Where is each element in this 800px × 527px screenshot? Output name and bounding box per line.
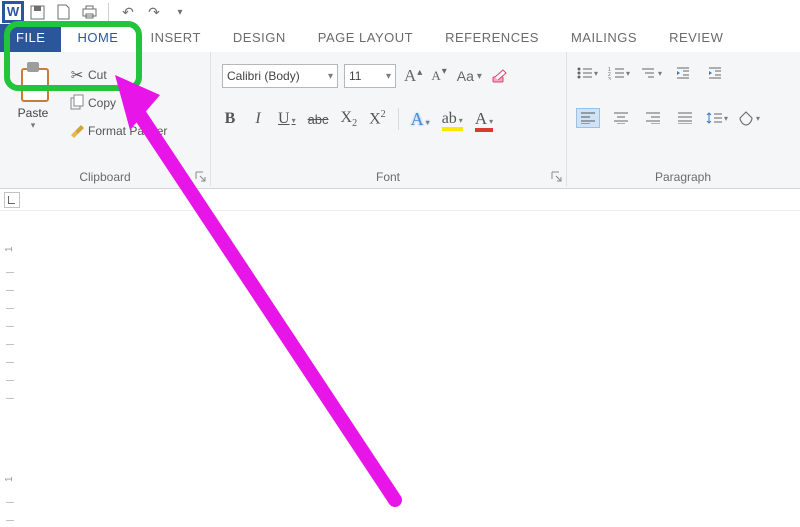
qat-customize-icon[interactable]: ▾ (167, 1, 193, 23)
group-font: Calibri (Body) ▾ 11 ▾ A▴ A▾ Aa▾ B I U▾ abc… (210, 52, 567, 186)
tab-selector[interactable] (4, 192, 20, 208)
font-color-button[interactable]: A▾ (475, 109, 493, 129)
font-name-combo[interactable]: Calibri (Body) ▾ (222, 64, 338, 88)
group-clipboard: Paste ▾ ✂ Cut Copy Format Painter Clipbo… (0, 52, 211, 186)
clipboard-launcher[interactable] (195, 171, 207, 183)
qat-new-icon[interactable] (50, 1, 76, 23)
align-center-button[interactable] (610, 109, 632, 127)
font-size-value: 11 (349, 69, 361, 83)
group-paragraph-label: Paragraph (566, 170, 800, 184)
tab-file[interactable]: FILE (0, 24, 61, 52)
format-painter-label: Format Painter (88, 124, 167, 138)
tab-insert[interactable]: INSERT (134, 24, 216, 52)
group-clipboard-label: Clipboard (0, 170, 210, 184)
font-launcher[interactable] (551, 171, 563, 183)
paste-button[interactable]: Paste ▾ (6, 62, 60, 131)
cut-label: Cut (88, 68, 107, 82)
ribbon: Paste ▾ ✂ Cut Copy Format Painter Clipbo… (0, 52, 800, 189)
qat-save-icon[interactable] (24, 1, 50, 23)
document-area[interactable] (22, 212, 800, 527)
tab-home[interactable]: HOME (61, 24, 134, 52)
undo-button[interactable]: ↶ (115, 1, 141, 23)
copy-label: Copy (88, 96, 116, 110)
superscript-button[interactable]: X2 (369, 109, 386, 128)
chevron-down-icon: ▾ (386, 71, 391, 82)
increase-indent-button[interactable] (704, 64, 726, 82)
highlight-button[interactable]: ab▾ (442, 110, 463, 128)
shading-button[interactable]: ▾ (738, 109, 760, 127)
svg-text:3: 3 (608, 77, 611, 80)
font-name-value: Calibri (Body) (227, 69, 300, 83)
change-case-button[interactable]: Aa▾ (454, 68, 485, 84)
text-effects-button[interactable]: A▾ (411, 109, 430, 130)
word-app-icon (2, 1, 24, 23)
scissors-icon: ✂ (66, 66, 88, 84)
multilevel-list-button[interactable]: ▾ (640, 64, 662, 82)
paste-icon (16, 62, 50, 102)
shrink-font-button[interactable]: A▾ (429, 68, 447, 84)
numbering-button[interactable]: 123▾ (608, 64, 630, 82)
subscript-button[interactable]: X2 (341, 109, 358, 129)
qat-separator (108, 3, 109, 21)
tab-design[interactable]: DESIGN (217, 24, 302, 52)
underline-button[interactable]: U▾ (278, 110, 296, 128)
copy-button[interactable]: Copy (66, 90, 116, 116)
quick-access-toolbar: ↶ ↷ ▾ (0, 0, 800, 24)
line-spacing-button[interactable]: ▾ (706, 109, 728, 127)
align-left-button[interactable] (576, 108, 600, 128)
justify-button[interactable] (674, 109, 696, 127)
bullets-button[interactable]: ▾ (576, 64, 598, 82)
bold-button[interactable]: B (222, 110, 238, 128)
tab-page-layout[interactable]: PAGE LAYOUT (302, 24, 429, 52)
chevron-down-icon: ▾ (328, 71, 333, 82)
tab-review[interactable]: REVIEW (653, 24, 739, 52)
ruler-mark-1: 1 (4, 246, 15, 252)
align-right-button[interactable] (642, 109, 664, 127)
copy-icon (66, 94, 88, 112)
cut-button[interactable]: ✂ Cut (66, 62, 107, 88)
grow-font-button[interactable]: A▴ (402, 66, 423, 86)
brush-icon (66, 120, 88, 142)
vertical-ruler[interactable]: 1 1 (0, 212, 23, 527)
separator (398, 108, 399, 130)
tab-mailings[interactable]: MAILINGS (555, 24, 653, 52)
group-font-label: Font (210, 170, 566, 184)
redo-button[interactable]: ↷ (141, 1, 167, 23)
clear-formatting-button[interactable] (491, 67, 509, 85)
horizontal-ruler[interactable] (0, 190, 800, 211)
ruler-mark-1b: 1 (4, 476, 15, 482)
paste-label: Paste (6, 106, 60, 120)
strikethrough-button[interactable]: abc (308, 112, 329, 127)
font-size-combo[interactable]: 11 ▾ (344, 64, 396, 88)
format-painter-button[interactable]: Format Painter (66, 118, 167, 144)
group-paragraph: ▾ 123▾ ▾ ▾ ▾ Paragraph (566, 52, 800, 186)
italic-button[interactable]: I (250, 110, 266, 128)
decrease-indent-button[interactable] (672, 64, 694, 82)
qat-print-icon[interactable] (76, 1, 102, 23)
tab-references[interactable]: REFERENCES (429, 24, 555, 52)
ribbon-tabs: FILE HOME INSERT DESIGN PAGE LAYOUT REFE… (0, 24, 800, 53)
